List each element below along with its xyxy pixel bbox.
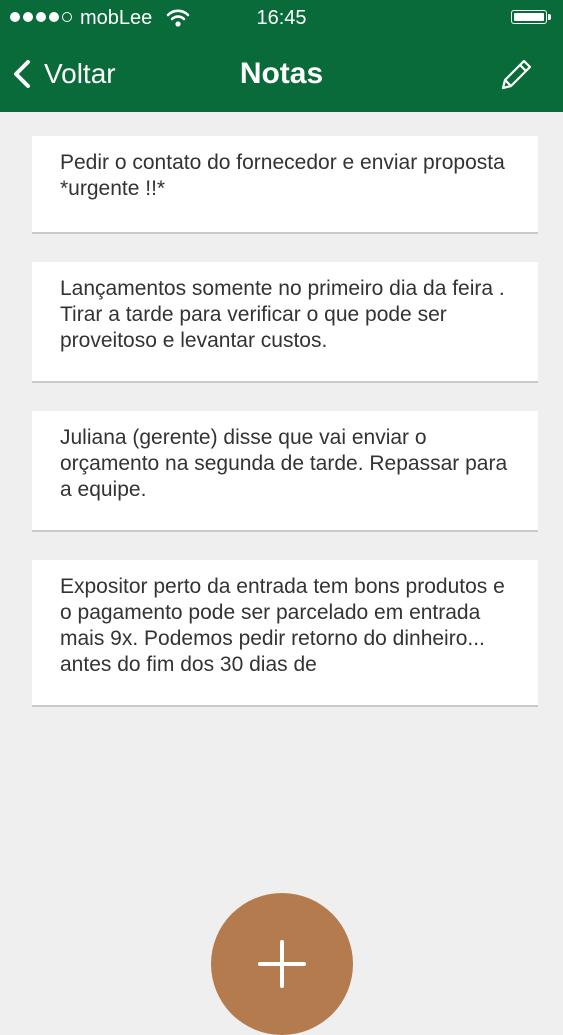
note-text: Juliana (gerente) disse que vai enviar o… — [60, 426, 508, 501]
pencil-icon[interactable] — [499, 56, 535, 92]
note-text: Expositor perto da entrada tem bons prod… — [60, 575, 505, 676]
note-text-clip: Expositor perto da entrada tem bons prod… — [60, 574, 510, 690]
note-card[interactable]: Pedir o contato do fornecedor e enviar p… — [32, 136, 538, 234]
status-time: 16:45 — [256, 7, 307, 29]
notes-list: Pedir o contato do fornecedor e enviar p… — [32, 136, 538, 707]
note-card[interactable]: Expositor perto da entrada tem bons prod… — [32, 560, 538, 707]
page-title: Notas — [239, 57, 324, 90]
plus-icon — [258, 940, 306, 988]
battery-icon — [511, 10, 551, 26]
note-text: Pedir o contato do fornecedor e enviar p… — [60, 151, 505, 200]
add-note-button[interactable] — [211, 893, 353, 1035]
note-text: Lançamentos somente no primeiro dia da f… — [60, 277, 505, 352]
status-bar: mobLee 16:45 — [0, 0, 563, 36]
note-card[interactable]: Lançamentos somente no primeiro dia da f… — [32, 262, 538, 383]
note-card[interactable]: Juliana (gerente) disse que vai enviar o… — [32, 411, 538, 532]
navigation-bar: mobLee 16:45 Voltar Notas — [0, 0, 563, 112]
